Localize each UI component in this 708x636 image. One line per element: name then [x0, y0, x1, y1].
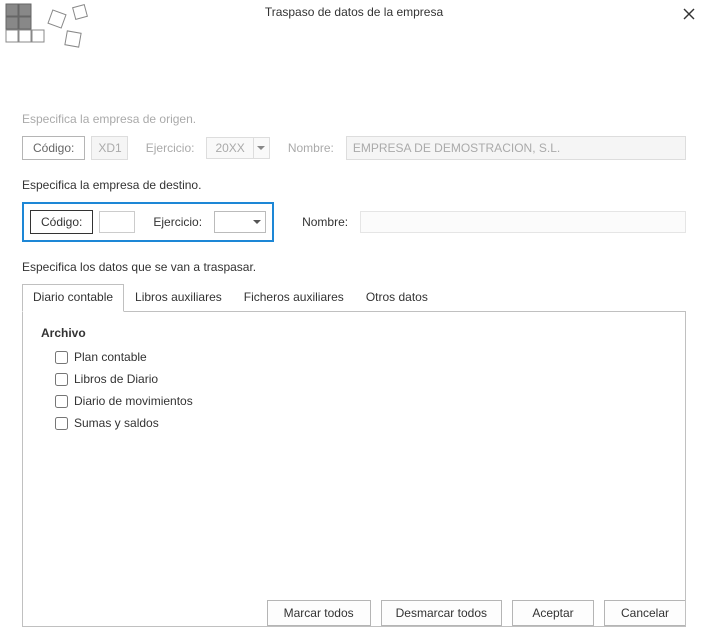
chevron-down-icon — [253, 138, 269, 158]
checkbox-label: Libros de Diario — [74, 372, 158, 386]
checkbox-label: Sumas y saldos — [74, 416, 159, 430]
destination-ejercicio-label: Ejercicio: — [153, 215, 202, 229]
destination-row: Código: Ejercicio: Nombre: — [22, 202, 686, 242]
destination-codigo-label[interactable]: Código: — [30, 210, 93, 234]
tabs-header: Diario contable Libros auxiliares Ficher… — [22, 284, 686, 311]
checkbox-label: Plan contable — [74, 350, 147, 364]
destination-nombre-input[interactable] — [360, 211, 686, 233]
checkbox-list: Plan contable Libros de Diario Diario de… — [41, 350, 667, 430]
origin-codigo-value: XD1 — [91, 136, 127, 160]
destination-ejercicio-dropdown[interactable] — [214, 211, 266, 233]
checkbox-libros-diario[interactable]: Libros de Diario — [55, 372, 667, 386]
origin-ejercicio-value: 20XX — [207, 141, 252, 155]
checkbox-diario-movimientos[interactable]: Diario de movimientos — [55, 394, 667, 408]
checkbox-plan-contable[interactable]: Plan contable — [55, 350, 667, 364]
origin-ejercicio-label: Ejercicio: — [146, 141, 195, 155]
tab-libros-auxiliares[interactable]: Libros auxiliares — [124, 284, 233, 311]
origin-row: Código: XD1 Ejercicio: 20XX Nombre: EMPR… — [22, 136, 686, 160]
destination-nombre-label: Nombre: — [302, 215, 348, 229]
origin-ejercicio-dropdown: 20XX — [206, 137, 269, 159]
tab-ficheros-auxiliares[interactable]: Ficheros auxiliares — [233, 284, 355, 311]
checkbox-input[interactable] — [55, 395, 68, 408]
close-button[interactable] — [682, 8, 696, 22]
tab-diario-contable[interactable]: Diario contable — [22, 284, 124, 312]
tab-otros-datos[interactable]: Otros datos — [355, 284, 439, 311]
origin-codigo-label: Código: — [22, 136, 85, 160]
origin-section-label: Especifica la empresa de origen. — [22, 112, 686, 126]
dialog-header: Traspaso de datos de la empresa — [0, 0, 708, 24]
app-logo — [4, 2, 104, 62]
tab-panel: Archivo Plan contable Libros de Diario D… — [22, 311, 686, 627]
destination-codigo-input[interactable] — [99, 211, 135, 233]
destination-section-label: Especifica la empresa de destino. — [22, 178, 686, 192]
checkbox-input[interactable] — [55, 351, 68, 364]
group-title-archivo: Archivo — [41, 326, 667, 340]
checkbox-label: Diario de movimientos — [74, 394, 193, 408]
chevron-down-icon — [249, 220, 265, 225]
checkbox-sumas-saldos[interactable]: Sumas y saldos — [55, 416, 667, 430]
transfer-section-label: Especifica los datos que se van a traspa… — [22, 260, 686, 274]
origin-nombre-label: Nombre: — [288, 141, 334, 155]
origin-nombre-value: EMPRESA DE DEMOSTRACION, S.L. — [346, 136, 686, 160]
dialog-title: Traspaso de datos de la empresa — [265, 5, 443, 19]
checkbox-input[interactable] — [55, 373, 68, 386]
destination-highlight-group: Código: Ejercicio: — [22, 202, 274, 242]
tabs-container: Diario contable Libros auxiliares Ficher… — [22, 284, 686, 627]
checkbox-input[interactable] — [55, 417, 68, 430]
close-icon — [683, 7, 695, 24]
